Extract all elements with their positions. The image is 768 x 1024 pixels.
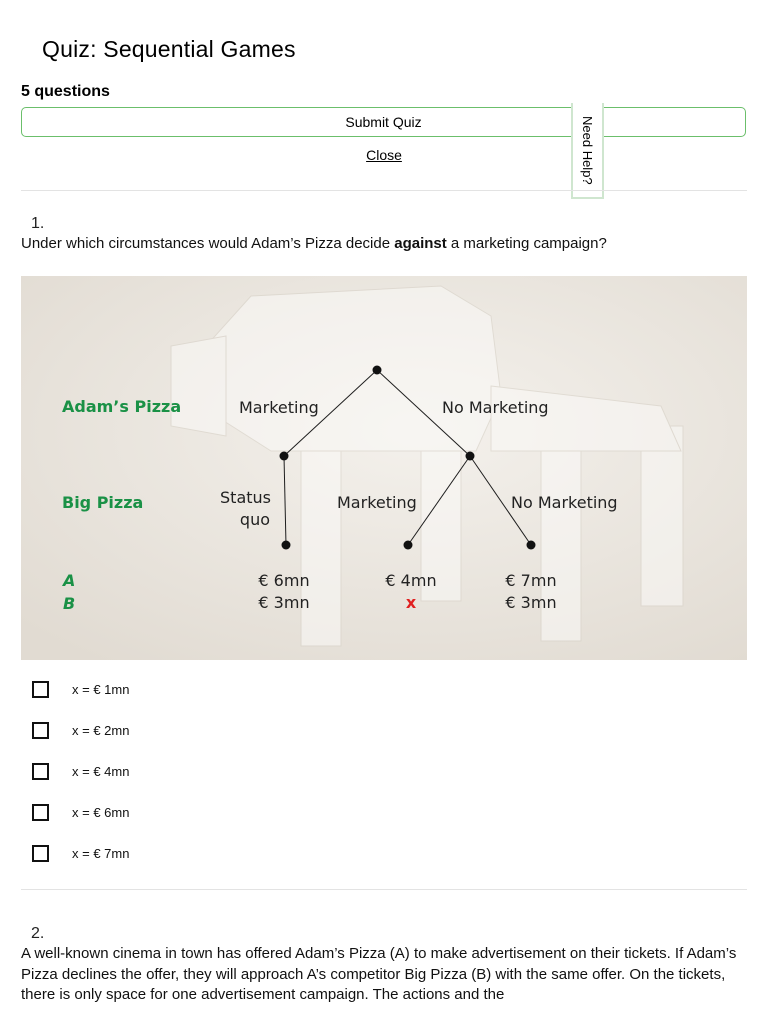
player-1-label: Adam’s Pizza <box>62 397 181 416</box>
answer-option-4[interactable]: x = € 6mn <box>32 801 129 823</box>
payoff-1-a: € 6mn <box>258 571 309 590</box>
answer-option-2[interactable]: x = € 2mn <box>32 719 129 741</box>
p1-marketing-label: Marketing <box>239 398 319 417</box>
game-tree-figure: Adam’s Pizza Big Pizza Marketing No Mark… <box>21 276 747 660</box>
game-tree-image: Adam’s Pizza Big Pizza Marketing No Mark… <box>21 276 747 660</box>
need-help-tab[interactable]: Need Help? <box>571 103 604 199</box>
checkbox[interactable] <box>32 680 49 698</box>
p2-no-marketing-label: No Marketing <box>511 493 618 512</box>
question-1-number: 1. <box>31 215 45 232</box>
payoff-3-a: € 7mn <box>505 571 556 590</box>
submit-quiz-button[interactable]: Submit Quiz <box>21 107 746 137</box>
question-2-number: 2. <box>31 925 45 942</box>
question-1-text: Under which circumstances would Adam’s P… <box>21 234 607 255</box>
p2-marketing-label: Marketing <box>337 493 417 512</box>
p2-status-quo-label-line1: Status <box>220 488 271 507</box>
payoff-1-b: € 3mn <box>258 593 309 612</box>
need-help-label: Need Help? <box>580 115 595 185</box>
question-1-text-emphasis: against <box>394 235 447 252</box>
answer-option-label: x = € 2mn <box>72 722 130 738</box>
answer-option-label: x = € 4mn <box>72 763 130 779</box>
question-count: 5 questions <box>21 83 110 100</box>
question-1-text-end: a marketing campaign? <box>446 235 607 252</box>
root-node <box>372 365 382 375</box>
checkbox[interactable] <box>32 844 49 862</box>
p2-status-quo-label-line2: quo <box>240 510 270 529</box>
checkbox[interactable] <box>32 721 49 739</box>
payoff-3-b: € 3mn <box>505 593 556 612</box>
node-big-pizza-left <box>279 451 289 461</box>
payoff-2-b-x: x <box>406 593 417 612</box>
leaf-node-1 <box>281 540 291 550</box>
row-a-label: A <box>61 571 75 590</box>
question-1-text-start: Under which circumstances would Adam’s P… <box>21 235 395 252</box>
answer-option-label: x = € 1mn <box>72 681 130 697</box>
row-b-label: B <box>63 594 75 613</box>
checkbox[interactable] <box>32 762 49 780</box>
answer-option-label: x = € 6mn <box>72 804 130 820</box>
checkbox[interactable] <box>32 803 49 821</box>
divider <box>21 190 747 191</box>
player-2-label: Big Pizza <box>62 493 143 512</box>
node-big-pizza-right <box>465 451 475 461</box>
answer-option-3[interactable]: x = € 4mn <box>32 760 129 782</box>
question-2-text: A well-known cinema in town has offered … <box>21 945 737 1003</box>
answer-option-5[interactable]: x = € 7mn <box>32 842 129 864</box>
answer-option-1[interactable]: x = € 1mn <box>32 678 129 700</box>
p1-no-marketing-label: No Marketing <box>442 398 549 417</box>
payoff-2-a: € 4mn <box>385 571 436 590</box>
page-title: Quiz: Sequential Games <box>42 36 296 62</box>
leaf-node-3 <box>526 540 536 550</box>
answer-option-label: x = € 7mn <box>72 845 130 861</box>
close-link[interactable]: Close <box>0 147 768 163</box>
leaf-node-2 <box>403 540 413 550</box>
divider <box>21 889 747 890</box>
